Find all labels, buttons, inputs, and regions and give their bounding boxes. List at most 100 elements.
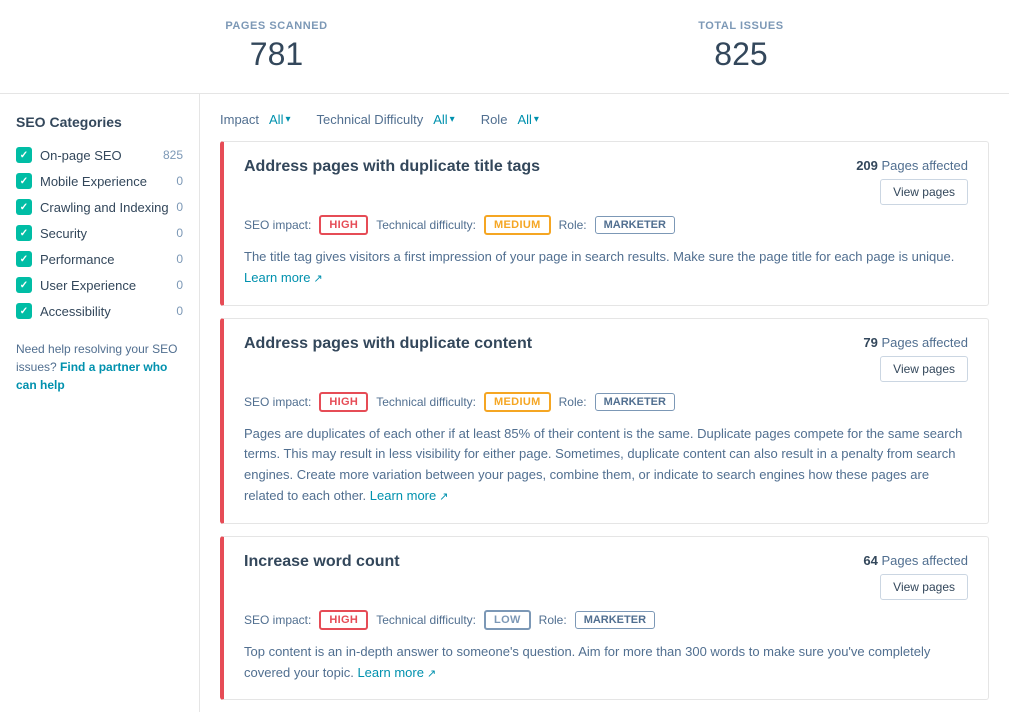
- sidebar-checkbox-accessibility[interactable]: [16, 303, 32, 319]
- sidebar-help: Need help resolving your SEO issues? Fin…: [16, 340, 183, 394]
- learn-more-link-duplicate-content[interactable]: Learn more: [370, 488, 449, 503]
- sidebar-item-mobile-experience[interactable]: Mobile Experience 0: [16, 168, 183, 194]
- issue-card-word-count: Increase word count 64 Pages affected Vi…: [220, 536, 989, 701]
- app-container: PAGES SCANNED 781 TOTAL ISSUES 825 SEO C…: [0, 0, 1009, 712]
- total-issues-stat: TOTAL ISSUES 825: [698, 20, 783, 73]
- sidebar-count-on-page-seo: 825: [163, 148, 183, 162]
- role-badge-word-count: MARKETER: [575, 611, 655, 629]
- learn-more-link-word-count[interactable]: Learn more: [357, 665, 436, 680]
- pages-scanned-stat: PAGES SCANNED 781: [225, 20, 327, 73]
- seo-impact-label-duplicate-content: SEO impact:: [244, 395, 311, 409]
- sidebar-count-crawling-indexing: 0: [176, 200, 183, 214]
- impact-badge-word-count: HIGH: [319, 610, 368, 630]
- technical-difficulty-filter: Technical Difficulty All: [317, 110, 461, 129]
- issue-meta-right-duplicate-content: 79 Pages affected View pages: [863, 335, 968, 382]
- issue-meta-right-duplicate-title-tags: 209 Pages affected View pages: [856, 158, 968, 205]
- role-filter: Role All: [481, 110, 545, 129]
- sidebar-item-crawling-indexing[interactable]: Crawling and Indexing 0: [16, 194, 183, 220]
- issue-header-duplicate-content: Address pages with duplicate content 79 …: [244, 335, 968, 382]
- sidebar-checkbox-performance[interactable]: [16, 251, 32, 267]
- sidebar-count-accessibility: 0: [176, 304, 183, 318]
- issues-container: Address pages with duplicate title tags …: [220, 141, 989, 700]
- sidebar-item-performance[interactable]: Performance 0: [16, 246, 183, 272]
- pages-affected-duplicate-title-tags: 209 Pages affected: [856, 158, 968, 173]
- view-pages-btn-duplicate-content[interactable]: View pages: [880, 356, 968, 382]
- tech-difficulty-filter-btn[interactable]: All: [427, 110, 460, 129]
- sidebar: SEO Categories On-page SEO 825 Mobile Ex…: [0, 94, 200, 712]
- sidebar-label-crawling-indexing: Crawling and Indexing: [40, 200, 169, 215]
- view-pages-btn-word-count[interactable]: View pages: [880, 574, 968, 600]
- impact-badge-duplicate-content: HIGH: [319, 392, 368, 412]
- tech-difficulty-label-duplicate-title-tags: Technical difficulty:: [376, 218, 476, 232]
- sidebar-item-accessibility[interactable]: Accessibility 0: [16, 298, 183, 324]
- sidebar-checkbox-security[interactable]: [16, 225, 32, 241]
- seo-impact-label-word-count: SEO impact:: [244, 613, 311, 627]
- role-filter-label: Role: [481, 112, 508, 127]
- sidebar-checkbox-crawling-indexing[interactable]: [16, 199, 32, 215]
- issue-meta-right-word-count: 64 Pages affected View pages: [863, 553, 968, 600]
- sidebar-checkbox-mobile-experience[interactable]: [16, 173, 32, 189]
- sidebar-count-security: 0: [176, 226, 183, 240]
- main-layout: SEO Categories On-page SEO 825 Mobile Ex…: [0, 94, 1009, 712]
- issue-title-duplicate-content: Address pages with duplicate content: [244, 335, 532, 353]
- impact-filter-label: Impact: [220, 112, 259, 127]
- issue-title-duplicate-title-tags: Address pages with duplicate title tags: [244, 158, 540, 176]
- pages-scanned-label: PAGES SCANNED: [225, 20, 327, 32]
- sidebar-item-on-page-seo[interactable]: On-page SEO 825: [16, 142, 183, 168]
- sidebar-checkbox-on-page-seo[interactable]: [16, 147, 32, 163]
- tech-difficulty-badge-word-count: LOW: [484, 610, 531, 630]
- stats-bar: PAGES SCANNED 781 TOTAL ISSUES 825: [0, 0, 1009, 94]
- issue-tags-word-count: SEO impact: HIGH Technical difficulty: L…: [244, 610, 968, 630]
- sidebar-item-left: Accessibility: [16, 303, 111, 319]
- view-pages-btn-duplicate-title-tags[interactable]: View pages: [880, 179, 968, 205]
- role-label-duplicate-content: Role:: [559, 395, 587, 409]
- sidebar-label-user-experience: User Experience: [40, 278, 136, 293]
- tech-difficulty-badge-duplicate-content: MEDIUM: [484, 392, 551, 412]
- role-filter-btn[interactable]: All: [511, 110, 544, 129]
- impact-filter-btn[interactable]: All: [263, 110, 296, 129]
- issue-header-duplicate-title-tags: Address pages with duplicate title tags …: [244, 158, 968, 205]
- impact-filter: Impact All: [220, 110, 297, 129]
- issue-header-word-count: Increase word count 64 Pages affected Vi…: [244, 553, 968, 600]
- filters-row: Impact All Technical Difficulty All Role…: [220, 94, 989, 141]
- issue-description-duplicate-content: Pages are duplicates of each other if at…: [244, 424, 968, 507]
- issue-tags-duplicate-content: SEO impact: HIGH Technical difficulty: M…: [244, 392, 968, 412]
- role-label-word-count: Role:: [539, 613, 567, 627]
- sidebar-item-left: Mobile Experience: [16, 173, 147, 189]
- issue-card-duplicate-content: Address pages with duplicate content 79 …: [220, 318, 989, 524]
- pages-scanned-value: 781: [225, 36, 327, 73]
- sidebar-label-performance: Performance: [40, 252, 114, 267]
- issue-description-duplicate-title-tags: The title tag gives visitors a first imp…: [244, 247, 968, 289]
- total-issues-value: 825: [698, 36, 783, 73]
- seo-impact-label-duplicate-title-tags: SEO impact:: [244, 218, 311, 232]
- sidebar-title: SEO Categories: [16, 114, 183, 130]
- sidebar-count-user-experience: 0: [176, 278, 183, 292]
- sidebar-item-left: On-page SEO: [16, 147, 122, 163]
- issue-card-duplicate-title-tags: Address pages with duplicate title tags …: [220, 141, 989, 306]
- role-badge-duplicate-content: MARKETER: [595, 393, 675, 411]
- pages-affected-duplicate-content: 79 Pages affected: [863, 335, 968, 350]
- sidebar-item-security[interactable]: Security 0: [16, 220, 183, 246]
- learn-more-link-duplicate-title-tags[interactable]: Learn more: [244, 270, 323, 285]
- content-area: Impact All Technical Difficulty All Role…: [200, 94, 1009, 712]
- sidebar-item-left: Crawling and Indexing: [16, 199, 169, 215]
- sidebar-label-accessibility: Accessibility: [40, 304, 111, 319]
- issue-tags-duplicate-title-tags: SEO impact: HIGH Technical difficulty: M…: [244, 215, 968, 235]
- role-label-duplicate-title-tags: Role:: [559, 218, 587, 232]
- sidebar-count-mobile-experience: 0: [176, 174, 183, 188]
- tech-difficulty-label-duplicate-content: Technical difficulty:: [376, 395, 476, 409]
- sidebar-items: On-page SEO 825 Mobile Experience 0 Craw…: [16, 142, 183, 324]
- issue-title-word-count: Increase word count: [244, 553, 400, 571]
- role-badge-duplicate-title-tags: MARKETER: [595, 216, 675, 234]
- pages-affected-word-count: 64 Pages affected: [863, 553, 968, 568]
- tech-difficulty-filter-label: Technical Difficulty: [317, 112, 424, 127]
- impact-badge-duplicate-title-tags: HIGH: [319, 215, 368, 235]
- sidebar-item-user-experience[interactable]: User Experience 0: [16, 272, 183, 298]
- sidebar-count-performance: 0: [176, 252, 183, 266]
- sidebar-label-mobile-experience: Mobile Experience: [40, 174, 147, 189]
- issue-description-word-count: Top content is an in-depth answer to som…: [244, 642, 968, 684]
- total-issues-label: TOTAL ISSUES: [698, 20, 783, 32]
- sidebar-item-left: User Experience: [16, 277, 136, 293]
- sidebar-label-on-page-seo: On-page SEO: [40, 148, 122, 163]
- sidebar-checkbox-user-experience[interactable]: [16, 277, 32, 293]
